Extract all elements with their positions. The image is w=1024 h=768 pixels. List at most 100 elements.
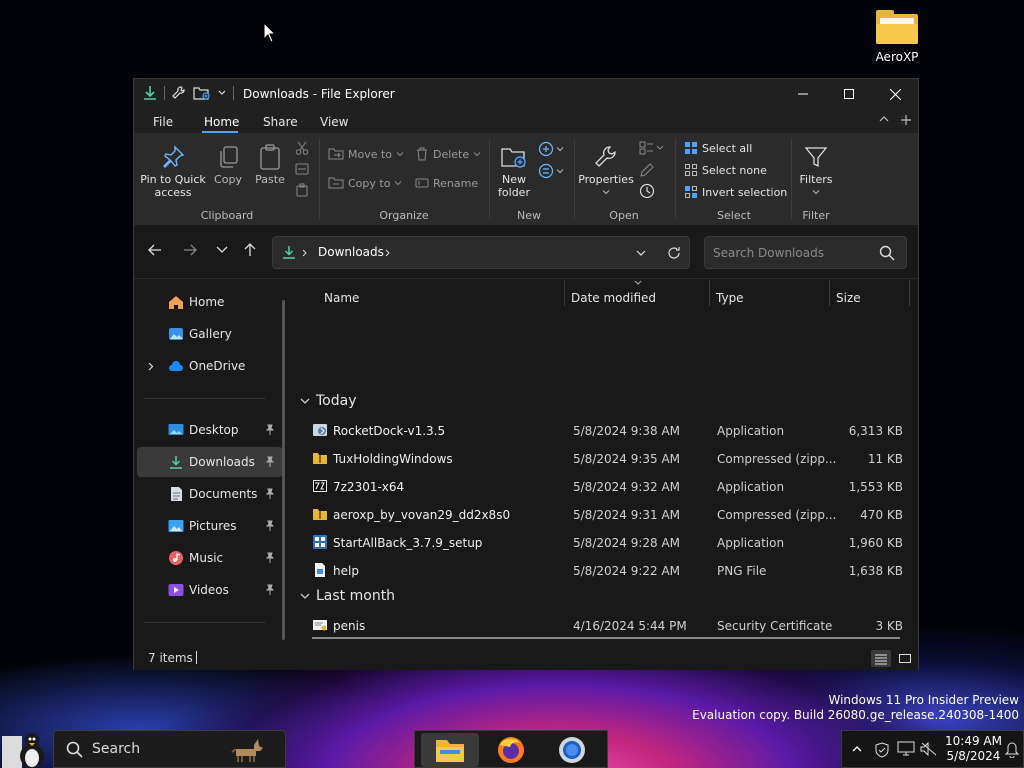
column-separator[interactable] — [829, 280, 830, 306]
tab-home[interactable]: Home — [204, 115, 239, 129]
file-row[interactable]: RocketDock-v1.3.5 5/8/2024 9:38 AM Appli… — [292, 417, 918, 445]
chevron-down-icon[interactable] — [217, 88, 227, 98]
sidebar-item-gallery[interactable]: Gallery — [137, 319, 283, 349]
shield-icon[interactable] — [874, 742, 890, 758]
copy-button[interactable]: Copy — [210, 141, 246, 186]
back-arrow-icon[interactable] — [148, 243, 162, 257]
sidebar-item-downloads[interactable]: Downloads — [137, 447, 283, 477]
pin-icon[interactable] — [265, 424, 275, 435]
image-file-icon — [315, 563, 325, 577]
horizontal-scrollbar[interactable] — [312, 637, 900, 639]
delete-button[interactable]: Delete — [415, 147, 481, 161]
title-bar[interactable]: Downloads - File Explorer — [134, 79, 918, 109]
file-row[interactable]: 7z2301-x64 5/8/2024 9:32 AM Application … — [292, 473, 918, 501]
close-button[interactable] — [872, 79, 918, 109]
search-box[interactable] — [704, 236, 907, 269]
address-history-chevron-icon[interactable] — [636, 249, 646, 257]
breadcrumb-separator-icon[interactable] — [385, 249, 391, 257]
taskbar-app-chrome[interactable] — [543, 733, 601, 767]
invert-selection-icon — [685, 186, 697, 198]
history-icon[interactable] — [639, 183, 655, 199]
file-row[interactable]: StartAllBack_3.7.9_setup 5/8/2024 9:28 A… — [292, 529, 918, 557]
cut-icon[interactable] — [295, 141, 309, 155]
filter-group-label: Filter — [802, 209, 830, 222]
file-row[interactable]: aeroxp_by_vovan29_dd2x8s0 5/8/2024 9:31 … — [292, 501, 918, 529]
tab-file[interactable]: File — [153, 115, 173, 129]
file-row[interactable]: penis 4/16/2024 5:44 PM Security Certifi… — [292, 612, 918, 640]
sidebar-item-onedrive[interactable]: OneDrive — [137, 351, 283, 381]
open-with-icon[interactable] — [639, 141, 665, 155]
invert-selection-button[interactable]: Invert selection — [684, 185, 787, 199]
clock[interactable]: 10:49 AM 5/8/2024 — [945, 734, 1002, 764]
pin-to-quick-access-button[interactable]: Pin to Quick access — [140, 141, 206, 199]
pin-icon[interactable] — [265, 552, 275, 563]
volume-muted-icon[interactable] — [920, 742, 938, 756]
select-none-button[interactable]: Select none — [684, 163, 767, 177]
maximize-button[interactable] — [826, 79, 872, 109]
file-row[interactable]: TuxHoldingWindows 5/8/2024 9:35 AM Compr… — [292, 445, 918, 473]
group-header-last-month[interactable]: Last month — [300, 588, 395, 604]
column-separator[interactable] — [909, 280, 910, 306]
up-arrow-icon[interactable] — [243, 243, 257, 257]
details-view-button[interactable] — [871, 650, 891, 667]
minimize-button[interactable] — [780, 79, 826, 109]
new-folder-button[interactable]: New folder — [494, 141, 534, 199]
column-header-date[interactable]: Date modified — [571, 285, 656, 311]
pin-icon[interactable] — [265, 488, 275, 499]
download-icon[interactable] — [142, 85, 158, 101]
address-bar[interactable]: Downloads — [272, 236, 690, 269]
file-row[interactable]: help 5/8/2024 9:22 AM PNG File 1,638 KB — [292, 557, 918, 585]
refresh-icon[interactable] — [667, 246, 681, 260]
copy-to-button[interactable]: Copy to — [328, 176, 402, 190]
column-separator[interactable] — [564, 280, 565, 306]
sidebar-item-music[interactable]: Music — [137, 543, 283, 573]
tab-share[interactable]: Share — [263, 115, 298, 129]
sidebar-item-label: Home — [189, 295, 225, 309]
group-header-today-inner[interactable]: Today — [300, 393, 357, 409]
sidebar-item-pictures[interactable]: Pictures — [137, 511, 283, 541]
select-all-button[interactable]: Select all — [684, 141, 752, 155]
search-input[interactable] — [713, 244, 873, 262]
sidebar-item-documents[interactable]: Documents — [137, 479, 283, 509]
move-to-button[interactable]: Move to — [328, 147, 404, 161]
desktop-icon-aeroxp[interactable]: AeroXP — [866, 10, 928, 64]
chevron-up-icon[interactable] — [852, 745, 862, 753]
column-header-type[interactable]: Type — [716, 285, 744, 311]
new-folder-icon[interactable] — [193, 85, 211, 101]
breadcrumb-downloads[interactable]: Downloads — [318, 245, 384, 259]
plus-icon[interactable] — [900, 114, 912, 126]
paste-button[interactable]: Paste — [250, 141, 290, 186]
pin-icon[interactable] — [265, 456, 275, 467]
sidebar-item-home[interactable]: Home — [137, 287, 283, 317]
large-icons-view-button[interactable] — [895, 650, 915, 667]
taskbar-app-file-explorer[interactable] — [421, 733, 479, 767]
start-button[interactable] — [0, 728, 48, 768]
chevron-up-icon[interactable] — [878, 113, 890, 125]
pin-icon[interactable] — [265, 520, 275, 531]
tab-view[interactable]: View — [320, 115, 348, 129]
column-header-size[interactable]: Size — [836, 285, 861, 311]
sidebar-item-desktop[interactable]: Desktop — [137, 415, 283, 445]
new-item-button[interactable] — [538, 141, 564, 157]
taskbar-search-box[interactable]: Search — [53, 730, 286, 768]
edit-icon[interactable] — [639, 162, 655, 178]
properties-button[interactable]: Properties — [578, 141, 634, 199]
recent-locations-chevron-icon[interactable] — [216, 245, 228, 255]
sidebar-item-videos[interactable]: Videos — [137, 575, 283, 605]
easy-access-button[interactable] — [538, 163, 564, 179]
column-separator[interactable] — [709, 280, 710, 306]
filters-button[interactable]: Filters — [794, 141, 838, 199]
properties-icon[interactable] — [171, 85, 187, 101]
expand-chevron-icon[interactable] — [148, 362, 154, 371]
taskbar-app-firefox[interactable] — [482, 733, 540, 767]
paste-shortcut-icon[interactable] — [295, 183, 309, 197]
column-header-name[interactable]: Name — [324, 285, 359, 311]
pin-icon[interactable] — [265, 584, 275, 595]
forward-arrow-icon[interactable] — [183, 243, 197, 257]
rename-button[interactable]: Rename — [415, 176, 478, 190]
search-icon[interactable] — [879, 245, 895, 261]
notifications-bell-icon[interactable] — [1005, 742, 1019, 758]
copy-path-icon[interactable] — [295, 162, 309, 176]
network-icon[interactable] — [897, 741, 915, 757]
navigation-pane-scrollbar[interactable] — [282, 300, 285, 640]
